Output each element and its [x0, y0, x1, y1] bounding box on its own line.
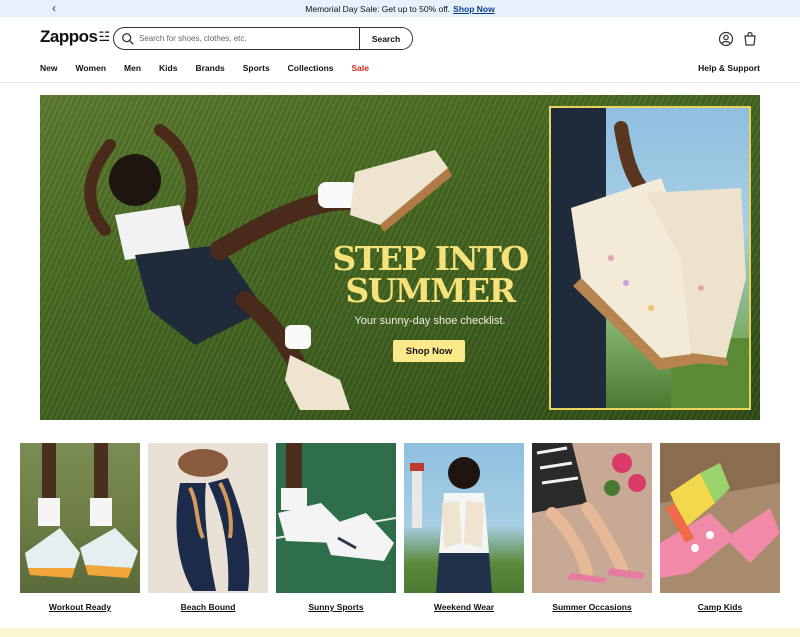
chevron-left-icon[interactable]: ‹ [52, 1, 56, 15]
category-tiles: Workout Ready Beach Bound Sunny Sports W… [20, 443, 780, 618]
weekend-wear-image [404, 443, 524, 593]
nav-item-men[interactable]: Men [124, 63, 141, 73]
category-tile-summer-occasions[interactable]: Summer Occasions [532, 443, 652, 612]
header-divider [0, 82, 800, 83]
camp-kids-image [660, 443, 780, 593]
headline-line-2: SUMMER [345, 271, 516, 310]
search-bar: Search [113, 27, 413, 50]
zappos-logo[interactable]: Zappos☳ [40, 27, 110, 47]
logo-text: Zappos [40, 27, 98, 46]
hero-headline: STEP INTO SUMMER [330, 242, 530, 310]
category-label[interactable]: Beach Bound [148, 602, 268, 612]
workout-ready-image [20, 443, 140, 593]
footer-promo-strip [0, 628, 800, 637]
sneakers-in-hand-image [549, 106, 751, 410]
category-label[interactable]: Workout Ready [20, 602, 140, 612]
main-nav: New Women Men Kids Brands Sports Collect… [40, 63, 387, 73]
nav-item-brands[interactable]: Brands [195, 63, 224, 73]
category-tile-beach-bound[interactable]: Beach Bound [148, 443, 268, 612]
search-button[interactable]: Search [359, 28, 412, 49]
category-tile-sunny-sports[interactable]: Sunny Sports [276, 443, 396, 612]
category-label[interactable]: Sunny Sports [276, 602, 396, 612]
category-label[interactable]: Weekend Wear [404, 602, 524, 612]
promo-shop-now-link[interactable]: Shop Now [453, 4, 495, 14]
hero-banner[interactable]: STEP INTO SUMMER Your sunny-day shoe che… [40, 95, 760, 420]
summer-occasions-image [532, 443, 652, 593]
nav-item-sale[interactable]: Sale [351, 63, 369, 73]
beach-bound-image [148, 443, 268, 593]
cart-icon[interactable] [742, 31, 758, 47]
category-tile-workout-ready[interactable]: Workout Ready [20, 443, 140, 612]
sneakers-illustration [551, 108, 749, 408]
nav-item-new[interactable]: New [40, 63, 57, 73]
category-tile-camp-kids[interactable]: Camp Kids [660, 443, 780, 612]
promo-text: Memorial Day Sale: Get up to 50% off. [305, 3, 451, 14]
nav-item-collections[interactable]: Collections [288, 63, 334, 73]
logo-mark-icon: ☳ [98, 29, 110, 44]
hero-shop-now-button[interactable]: Shop Now [393, 340, 465, 362]
category-label[interactable]: Summer Occasions [532, 602, 652, 612]
search-input[interactable] [135, 28, 359, 49]
sunny-sports-image [276, 443, 396, 593]
search-icon [122, 32, 134, 45]
nav-item-kids[interactable]: Kids [159, 63, 177, 73]
nav-item-sports[interactable]: Sports [243, 63, 270, 73]
hero-subhead: Your sunny-day shoe checklist. [354, 315, 506, 327]
nav-item-women[interactable]: Women [75, 63, 106, 73]
help-support-link[interactable]: Help & Support [698, 63, 760, 73]
account-icon[interactable] [718, 31, 734, 47]
category-label[interactable]: Camp Kids [660, 602, 780, 612]
category-tile-weekend-wear[interactable]: Weekend Wear [404, 443, 524, 612]
promo-banner: ‹ Memorial Day Sale: Get up to 50% off. … [0, 0, 800, 17]
